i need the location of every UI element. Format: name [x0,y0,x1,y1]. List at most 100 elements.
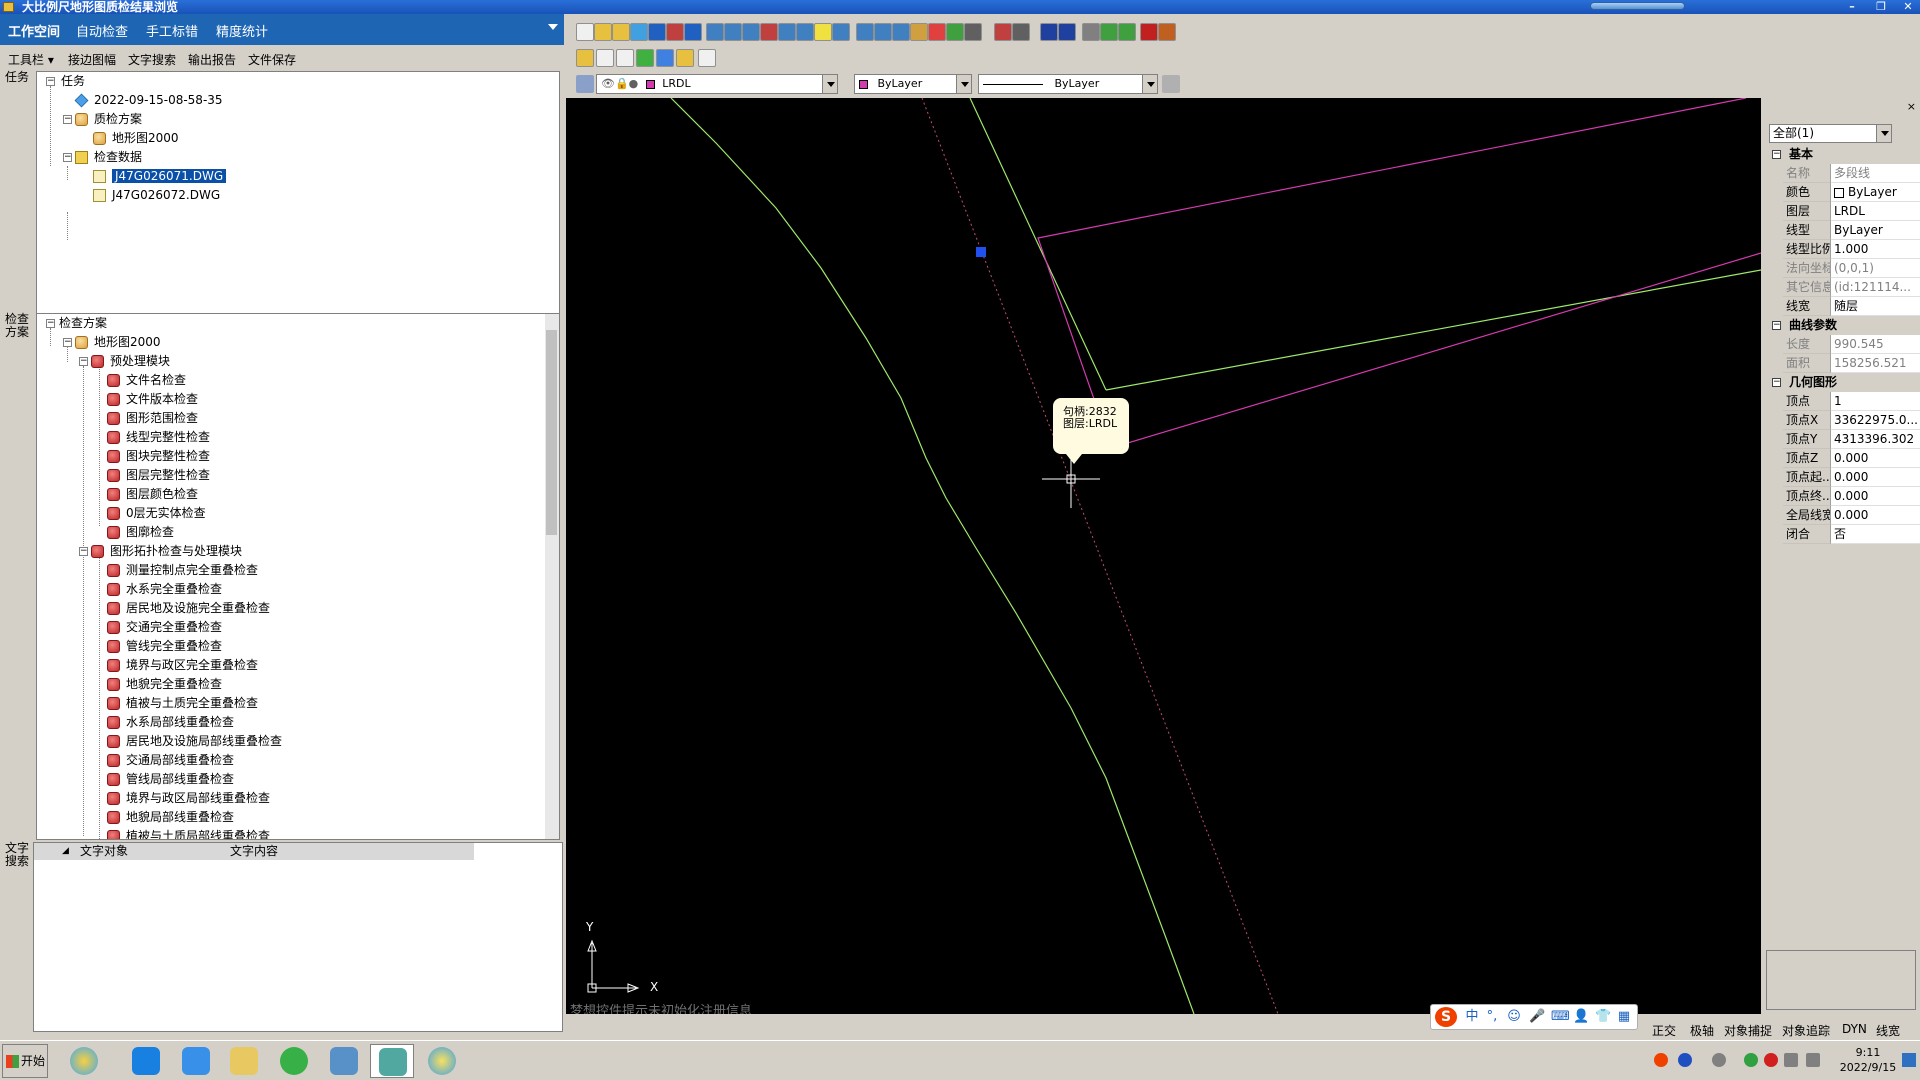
property-row[interactable]: 全局线宽 0.000 [1769,506,1920,525]
collapse-icon[interactable]: − [63,115,72,124]
red-dashed-centerline[interactable] [921,98,1279,1014]
save-file-button[interactable]: 文件保存 [248,51,296,68]
tree-node-check-item[interactable]: 地貌局部线重叠检查 [107,808,234,827]
toolbar-tool-icon[interactable] [648,23,666,41]
toolbar-tool-icon[interactable] [612,23,630,41]
scrollbar-thumb[interactable] [546,330,557,535]
toolbar-tool-icon[interactable] [892,23,910,41]
tree-node-check-item[interactable]: 文件名检查 [107,371,186,390]
tree-node-check-item[interactable]: 居民地及设施完全重叠检查 [107,599,270,618]
taskbar-app-3[interactable] [174,1044,218,1078]
green-line-right[interactable] [969,98,1107,391]
tree-node-check-item[interactable]: 植被与土质完全重叠检查 [107,694,258,713]
property-category[interactable]: − 曲线参数 [1769,316,1920,335]
chevron-down-icon[interactable] [956,75,971,93]
property-value[interactable]: 0.000 [1831,506,1920,525]
tree-node-check-item[interactable]: 水系完全重叠检查 [107,580,222,599]
tree-node-check-data[interactable]: 检查数据 [75,148,142,167]
tab-workspace[interactable]: 工作空间 [8,21,60,40]
property-value[interactable]: 1.000 [1831,240,1920,259]
property-row[interactable]: 顶点终... 0.000 [1769,487,1920,506]
ime-chinese-mode[interactable]: 中 [1465,1010,1479,1024]
collapse-icon[interactable]: − [79,357,88,366]
property-value[interactable]: 多段线 [1831,164,1920,183]
tree-node-check-item[interactable]: 图层颜色检查 [107,485,198,504]
property-value[interactable]: 0.000 [1831,449,1920,468]
view-tool-icon[interactable] [698,49,716,67]
layer-manager-icon[interactable] [576,75,594,93]
tree-node-task-root[interactable]: 任务 [61,72,85,91]
tree-node-module-preprocess[interactable]: 预处理模块 [91,352,170,371]
status-lineweight[interactable]: 线宽 [1876,1022,1900,1039]
tree-node-check-item[interactable]: 图廓检查 [107,523,174,542]
property-row[interactable]: 面积 158256.521 [1769,354,1920,373]
tree-node-plan-2000[interactable]: 地形图2000 [93,129,179,148]
toolbar-tool-icon[interactable] [1158,23,1176,41]
selection-filter-combo[interactable]: 全部(1) [1769,124,1892,143]
status-otrack[interactable]: 对象追踪 [1782,1022,1830,1039]
chevron-down-icon[interactable] [1142,75,1157,93]
tree-node-file-2[interactable]: J47G026072.DWG [93,186,220,205]
status-dyn[interactable]: DYN [1842,1022,1867,1036]
close-button[interactable]: ✕ [1896,0,1920,14]
adjacent-sheet-button[interactable]: 接边图幅 [68,51,116,68]
taskbar-app-2[interactable] [124,1044,168,1078]
tree-node-check-item[interactable]: 交通完全重叠检查 [107,618,222,637]
menu-dropdown-icon[interactable] [548,24,558,30]
property-row[interactable]: 图层 LRDL [1769,202,1920,221]
sogou-ime-icon[interactable]: S [1435,1007,1457,1027]
ime-toolbox-icon[interactable]: ▦ [1617,1010,1631,1024]
property-value[interactable]: 0.000 [1831,487,1920,506]
tab-auto-check[interactable]: 自动检查 [76,21,128,40]
property-row[interactable]: 颜色 ByLayer [1769,183,1920,202]
property-value[interactable]: ByLayer [1831,221,1920,240]
col-header-object[interactable]: 文字对象 [80,843,128,860]
collapse-icon[interactable]: − [1772,150,1781,159]
property-row[interactable]: 线宽 随层 [1769,297,1920,316]
tree-node-check-item[interactable]: 居民地及设施局部线重叠检查 [107,732,282,751]
taskbar-app-1[interactable] [62,1044,106,1078]
view-tool-icon[interactable] [636,49,654,67]
status-polar[interactable]: 极轴 [1690,1022,1714,1039]
property-row[interactable]: 线型比例 1.000 [1769,240,1920,259]
toolbar-tool-icon[interactable] [1058,23,1076,41]
toolbar-tool-icon[interactable] [1012,23,1030,41]
property-row[interactable]: 线型 ByLayer [1769,221,1920,240]
layer-combo[interactable]: 👁🔒● LRDL [596,74,838,94]
toolbar-tool-icon[interactable] [706,23,724,41]
property-value[interactable]: LRDL [1831,202,1920,221]
tree-node-check-item[interactable]: 图块完整性检查 [107,447,210,466]
property-row[interactable]: 其它信息 (id:121114... [1769,278,1920,297]
toolbar-tool-icon[interactable] [778,23,796,41]
tree-node-file-1[interactable]: J47G026071.DWG [93,167,227,186]
collapse-icon[interactable]: − [79,547,88,556]
property-value[interactable]: 否 [1831,525,1920,544]
help-icon[interactable] [1678,1053,1692,1067]
shield-icon[interactable] [1744,1053,1758,1067]
toolbar-tool-icon[interactable] [1100,23,1118,41]
collapse-icon[interactable]: − [1772,378,1781,387]
tree-node-check-item[interactable]: 水系局部线重叠检查 [107,713,234,732]
collapse-icon[interactable]: − [63,338,72,347]
tree-node-check-item[interactable]: 管线局部线重叠检查 [107,770,234,789]
toolbar-tool-icon[interactable] [724,23,742,41]
toolbar-menu-button[interactable]: 工具栏 ▾ [8,51,54,68]
property-row[interactable]: 顶点Z 0.000 [1769,449,1920,468]
toolbar-tool-icon[interactable] [796,23,814,41]
property-row[interactable]: 长度 990.545 [1769,335,1920,354]
ime-keyboard-icon[interactable]: ⌨ [1551,1010,1570,1024]
property-row[interactable]: 闭合否 [1769,525,1920,544]
toolbar-tool-icon[interactable] [1082,23,1100,41]
tree-node-check-item[interactable]: 线型完整性检查 [107,428,210,447]
property-value[interactable]: (0,0,1) [1831,259,1920,278]
chevron-down-icon[interactable] [822,75,837,93]
status-osnap[interactable]: 对象捕捉 [1724,1022,1772,1039]
toolbar-tool-icon[interactable] [594,23,612,41]
show-desktop-icon[interactable] [1902,1053,1916,1067]
collapse-icon[interactable]: − [46,77,55,86]
tab-manual-mark[interactable]: 手工标错 [146,21,198,40]
tree-node-check-item[interactable]: 文件版本检查 [107,390,198,409]
tree-node-check-item[interactable]: 图形范围检查 [107,409,198,428]
minimize-button[interactable]: – [1840,0,1864,14]
property-value[interactable]: 随层 [1831,297,1920,316]
